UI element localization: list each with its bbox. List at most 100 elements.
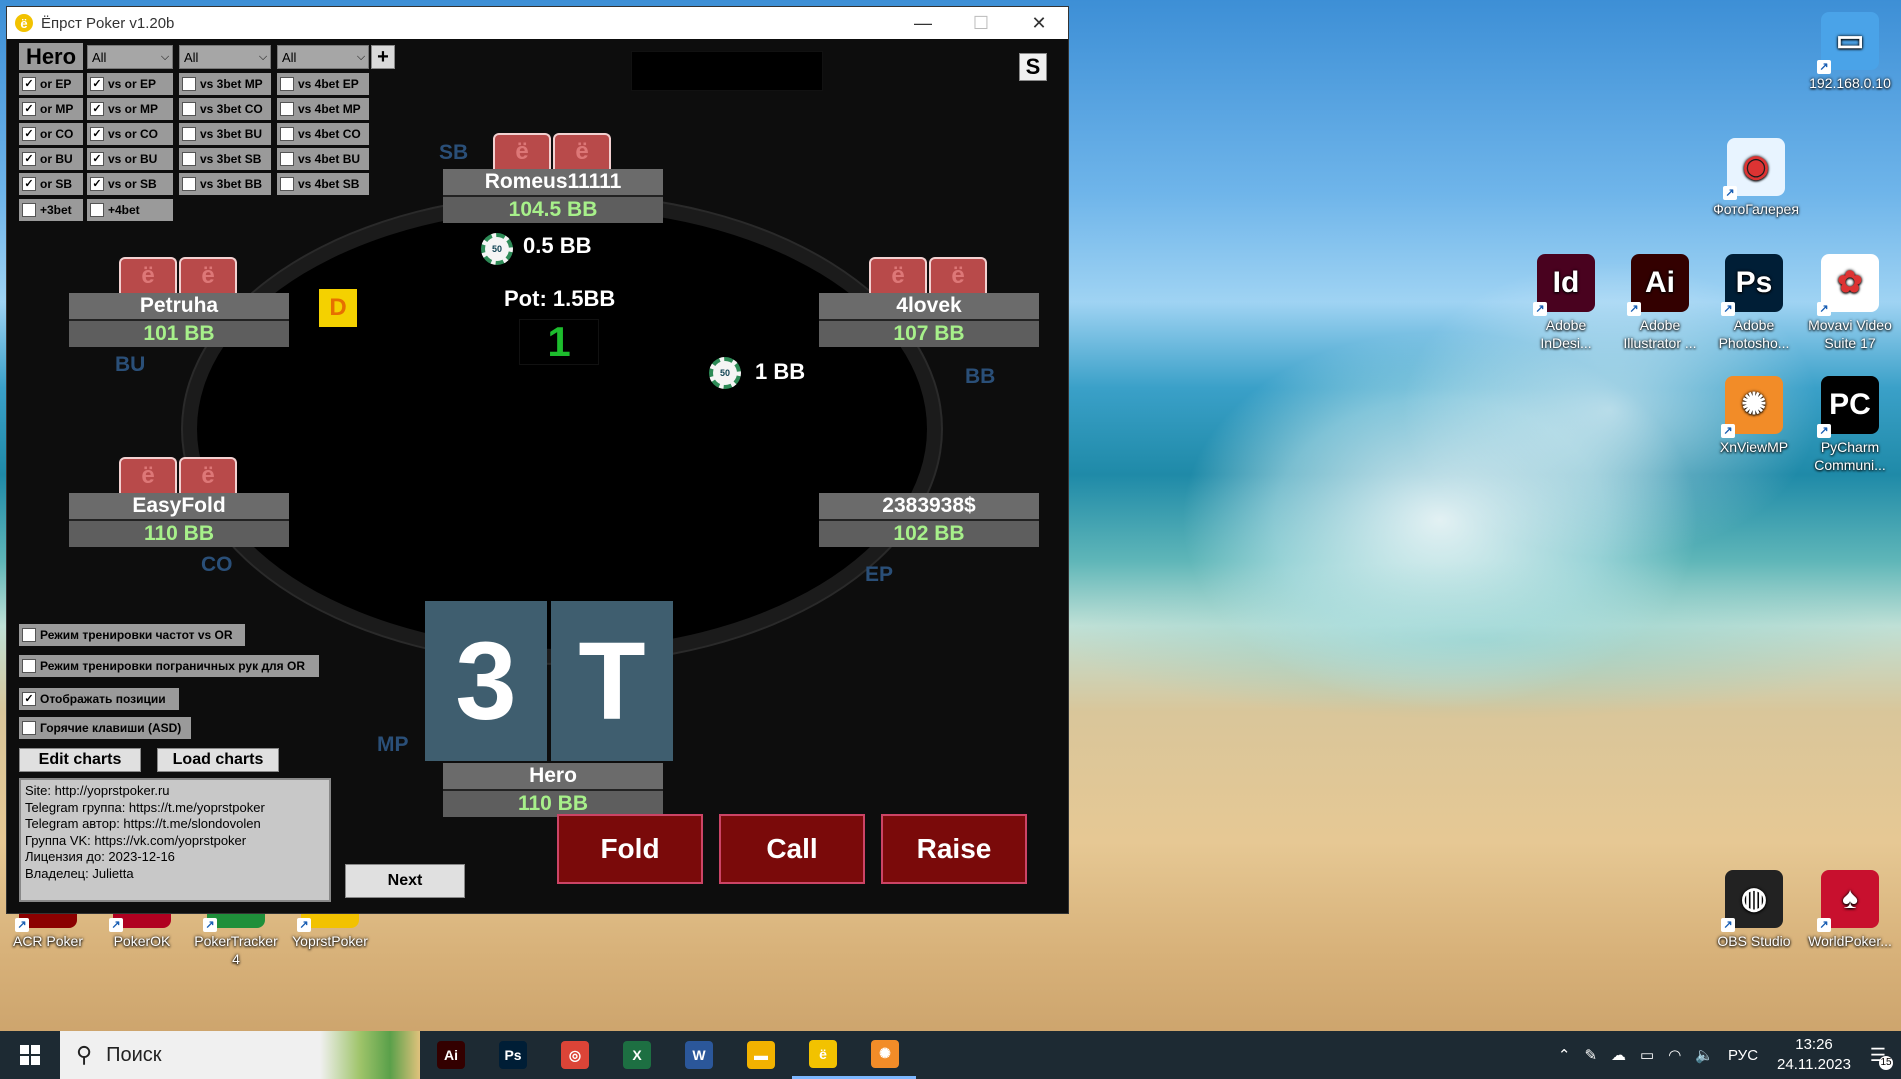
range-checkbox[interactable]: ✓ vs or CO	[87, 123, 173, 145]
filter-select-1[interactable]: All ⌵	[87, 45, 173, 69]
extra-checkbox[interactable]: +4bet	[87, 199, 173, 221]
taskbar-search[interactable]: ⚲ Поиск	[60, 1031, 420, 1079]
title-bar[interactable]: ё Ёпрст Poker v1.20b — ☐ ✕	[7, 7, 1068, 39]
seat-bu-name: Petruha	[69, 293, 289, 321]
add-filter-button[interactable]: +	[371, 45, 395, 69]
bu-card-back: ё	[119, 257, 177, 293]
call-button[interactable]: Call	[719, 814, 865, 884]
desktop-shortcut[interactable]: PC ↗ PyCharm Communi...	[1804, 376, 1896, 474]
cloud-icon[interactable]: ☁	[1611, 1046, 1626, 1064]
taskbar-app[interactable]: ё	[792, 1031, 854, 1079]
range-checkbox[interactable]: vs 3bet CO	[179, 98, 271, 120]
desktop-shortcut[interactable]: Ps ↗ Adobe Photosho...	[1708, 254, 1800, 352]
seat-co-name: EasyFold	[69, 493, 289, 521]
range-checkbox[interactable]: vs 4bet SB	[277, 173, 369, 195]
option-checkbox[interactable]: Режим тренировки частот vs OR	[19, 624, 245, 646]
range-checkbox[interactable]: vs 4bet EP	[277, 73, 369, 95]
taskbar-app[interactable]: Ps	[482, 1031, 544, 1079]
range-checkbox[interactable]: vs 4bet BU	[277, 148, 369, 170]
range-checkbox-label: or BU	[40, 152, 73, 166]
range-checkbox[interactable]: vs 3bet SB	[179, 148, 271, 170]
desktop-shortcut-label: ФотоГалерея	[1713, 201, 1799, 217]
option-checkbox-label: Режим тренировки пограничных рук для OR	[40, 659, 306, 673]
wifi-icon[interactable]: ◠	[1668, 1046, 1681, 1064]
raise-button[interactable]: Raise	[881, 814, 1027, 884]
option-checkbox[interactable]: ✓ Отображать позиции	[19, 688, 179, 710]
range-checkbox-label: vs or BU	[108, 152, 158, 166]
edit-charts-button[interactable]: Edit charts	[19, 748, 141, 772]
desktop-shortcut-label: 192.168.0.10	[1809, 75, 1891, 91]
desktop-shortcut[interactable]: Id ↗ Adobe InDesi...	[1520, 254, 1612, 352]
range-checkbox[interactable]: ✓ or BU	[19, 148, 83, 170]
shortcut-arrow-icon: ↗	[1721, 424, 1735, 438]
hand-counter: 1	[519, 318, 599, 365]
range-checkbox[interactable]: ✓ vs or EP	[87, 73, 173, 95]
position-label-co: CO	[201, 553, 233, 576]
option-checkbox[interactable]: Режим тренировки пограничных рук для OR	[19, 655, 319, 677]
taskbar-app[interactable]: X	[606, 1031, 668, 1079]
minimize-button[interactable]: —	[894, 7, 952, 39]
desktop-shortcut[interactable]: ◍ ↗ OBS Studio	[1708, 870, 1800, 950]
range-checkbox[interactable]: ✓ vs or BU	[87, 148, 173, 170]
range-checkbox[interactable]: ✓ or SB	[19, 173, 83, 195]
language-indicator[interactable]: РУС	[1728, 1047, 1758, 1064]
filter-select-3[interactable]: All ⌵	[277, 45, 369, 69]
desktop-shortcut[interactable]: ◉ ↗ ФотоГалерея	[1710, 138, 1802, 218]
dealer-button: D	[319, 289, 357, 327]
checkbox-checked-icon: ✓	[90, 77, 104, 91]
taskbar-apps: Ai Ps ◎ X W ▬ ё ✺	[420, 1031, 916, 1079]
desktop-shortcut[interactable]: Ai ↗ Adobe Illustrator ...	[1614, 254, 1706, 352]
fold-button[interactable]: Fold	[557, 814, 703, 884]
clock-date: 24.11.2023	[1777, 1056, 1851, 1073]
filter-select-2[interactable]: All ⌵	[179, 45, 271, 69]
icon-glyph: Ps	[1735, 266, 1773, 299]
range-checkbox[interactable]: ✓ or CO	[19, 123, 83, 145]
clock[interactable]: 13:26 24.11.2023	[1777, 1035, 1851, 1075]
system-tray: ⌃ ✎ ☁ ▭ ◠ 🔈 РУС 13:26 24.11.2023 ☰ 15	[1551, 1031, 1901, 1079]
settings-s-button[interactable]: S	[1019, 53, 1047, 81]
range-checkbox[interactable]: vs 4bet CO	[277, 123, 369, 145]
battery-icon[interactable]: ▭	[1640, 1046, 1654, 1064]
taskbar-app[interactable]: ◎	[544, 1031, 606, 1079]
checkbox-unchecked-icon	[22, 659, 36, 673]
desktop-shortcut[interactable]: ✿ ↗ Movavi Video Suite 17	[1804, 254, 1896, 352]
checkbox-unchecked-icon	[280, 102, 294, 116]
desktop-shortcut[interactable]: ♠ ↗ WorldPoker...	[1804, 870, 1896, 950]
range-checkbox[interactable]: ✓ vs or SB	[87, 173, 173, 195]
checkbox-unchecked-icon	[22, 721, 36, 735]
range-checkbox[interactable]: vs 3bet BB	[179, 173, 271, 195]
close-button[interactable]: ✕	[1010, 7, 1068, 39]
taskbar-app[interactable]: W	[668, 1031, 730, 1079]
extra-checkbox-label: +3bet	[40, 203, 72, 217]
extra-checkbox[interactable]: +3bet	[19, 199, 83, 221]
filter-select-3-value: All	[282, 49, 297, 65]
pen-icon[interactable]: ✎	[1584, 1046, 1597, 1064]
poker-table	[197, 209, 927, 649]
taskbar-app[interactable]: ▬	[730, 1031, 792, 1079]
next-button[interactable]: Next	[345, 864, 465, 898]
chevron-up-icon[interactable]: ⌃	[1558, 1046, 1571, 1064]
pycharm-icon: PC ↗	[1817, 376, 1879, 438]
notification-icon[interactable]: ☰ 15	[1863, 1040, 1893, 1070]
range-checkbox-label: vs 3bet BB	[200, 177, 263, 191]
range-checkbox[interactable]: vs 3bet BU	[179, 123, 271, 145]
range-checkbox[interactable]: vs 4bet MP	[277, 98, 369, 120]
range-checkbox[interactable]: ✓ vs or MP	[87, 98, 173, 120]
desktop-shortcut-label: Adobe InDesi...	[1540, 317, 1592, 351]
taskbar-app[interactable]: ✺	[854, 1031, 916, 1079]
search-highlight-image	[320, 1031, 420, 1079]
checkbox-unchecked-icon	[182, 77, 196, 91]
range-checkbox[interactable]: vs 3bet MP	[179, 73, 271, 95]
taskbar-app[interactable]: Ai	[420, 1031, 482, 1079]
desktop-shortcut[interactable]: ▭ ↗ 192.168.0.10	[1804, 12, 1896, 92]
load-charts-button[interactable]: Load charts	[157, 748, 279, 772]
range-checkbox[interactable]: ✓ or EP	[19, 73, 83, 95]
seat-sb-stack: 104.5 BB	[443, 197, 663, 223]
start-button[interactable]	[0, 1031, 60, 1079]
clock-time: 13:26	[1795, 1036, 1833, 1053]
checkbox-checked-icon: ✓	[22, 127, 36, 141]
option-checkbox[interactable]: Горячие клавиши (ASD)	[19, 717, 191, 739]
volume-icon[interactable]: 🔈	[1695, 1046, 1714, 1064]
desktop-shortcut[interactable]: ✺ ↗ XnViewMP	[1708, 376, 1800, 456]
range-checkbox[interactable]: ✓ or MP	[19, 98, 83, 120]
